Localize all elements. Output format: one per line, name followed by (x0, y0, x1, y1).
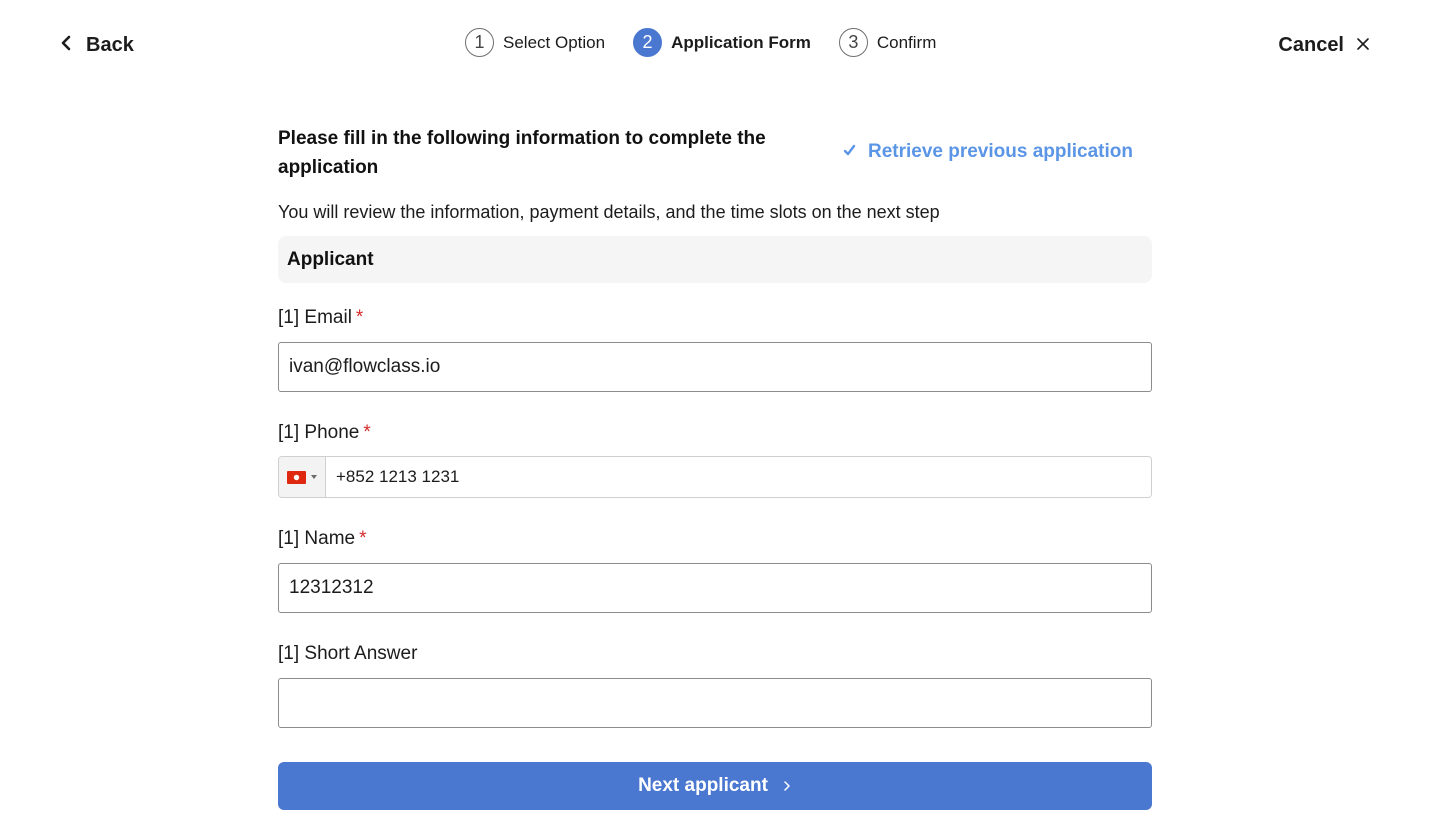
form-title: Please fill in the following information… (278, 128, 766, 178)
application-page: Back 1 Select Option 2 Application Form … (0, 0, 1440, 827)
required-marker: * (355, 307, 364, 328)
step-number: 1 (465, 28, 494, 57)
caret-down-icon (311, 475, 317, 479)
phone-label: [1] Phone * (278, 422, 1152, 444)
next-applicant-label: Next applicant (638, 775, 768, 796)
section-title-applicant: Applicant (278, 236, 1152, 283)
step-label: Application Form (671, 32, 811, 52)
progress-stepper: 1 Select Option 2 Application Form 3 Con… (465, 28, 936, 57)
phone-input[interactable] (326, 457, 1151, 497)
step-application-form[interactable]: 2 Application Form (633, 28, 811, 57)
phone-field (278, 456, 1152, 498)
step-number: 3 (838, 28, 868, 57)
back-button[interactable]: Back (58, 34, 134, 57)
short-answer-field[interactable] (278, 678, 1152, 728)
back-label: Back (86, 34, 134, 56)
hong-kong-flag-icon (287, 470, 306, 484)
retrieve-previous-link[interactable]: Retrieve previous application (843, 141, 1133, 163)
email-label-text: [1] Email (278, 307, 352, 328)
form-subtitle: You will review the information, payment… (278, 202, 940, 222)
required-marker: * (363, 422, 371, 443)
form-intro: Please fill in the following information… (278, 124, 1152, 182)
email-field[interactable] (278, 342, 1152, 392)
short-answer-label-text: [1] Short Answer (278, 643, 418, 664)
step-select-option[interactable]: 1 Select Option (465, 28, 605, 57)
step-label: Confirm (876, 32, 937, 52)
name-label: [1] Name * (278, 528, 1152, 550)
step-confirm[interactable]: 3 Confirm (838, 28, 937, 57)
step-number: 2 (633, 28, 663, 57)
country-code-select[interactable] (279, 457, 326, 497)
check-icon (843, 141, 856, 163)
retrieve-label: Retrieve previous application (867, 141, 1133, 162)
chevron-left-icon (58, 34, 74, 57)
name-label-text: [1] Name (278, 528, 356, 549)
step-label: Select Option (503, 32, 606, 52)
next-applicant-button[interactable]: Next applicant (278, 762, 1152, 810)
chevron-right-icon (782, 775, 792, 797)
phone-label-text: [1] Phone (278, 422, 360, 443)
cancel-label: Cancel (1278, 34, 1344, 56)
short-answer-label: [1] Short Answer (278, 643, 1152, 665)
application-form: Please fill in the following information… (278, 124, 1152, 810)
close-icon (1356, 34, 1370, 57)
name-field[interactable] (278, 563, 1152, 613)
email-label: [1] Email * (278, 307, 1152, 329)
required-marker: * (359, 528, 367, 549)
cancel-button[interactable]: Cancel (1278, 34, 1370, 57)
